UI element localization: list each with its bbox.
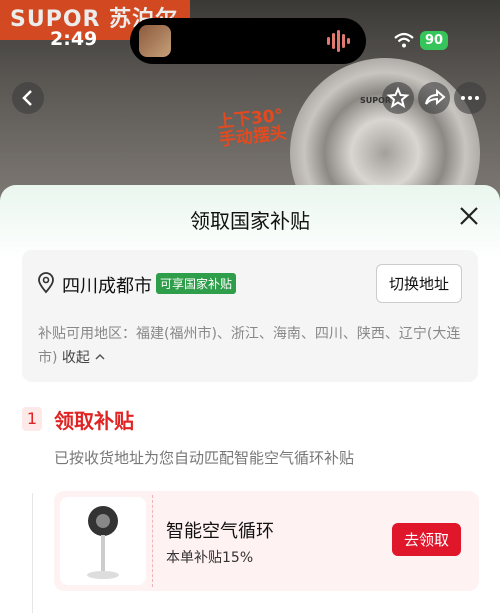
collapse-toggle[interactable]: 收起 — [62, 350, 106, 366]
coupon-subsidy: 本单补贴15% — [166, 550, 254, 566]
step-number: 1 — [22, 407, 42, 431]
audio-wave-icon — [327, 30, 350, 52]
coupon-name: 智能空气循环 — [166, 521, 274, 542]
collapse-label: 收起 — [61, 350, 90, 366]
star-icon — [386, 86, 410, 109]
address-card: 四川成都市 可享国家补贴 切换地址 补贴可用地区：福建(福州市)、浙江、海南、四… — [22, 250, 478, 382]
promo-text: 上下30° 手动摆头 — [216, 106, 288, 151]
coupon-divider — [152, 495, 153, 587]
switch-address-button[interactable]: 切换地址 — [375, 264, 462, 303]
battery-level: 90 — [425, 33, 444, 48]
location-pin-icon — [38, 272, 54, 294]
battery-indicator: 90 — [420, 31, 449, 50]
music-cover — [139, 25, 171, 57]
step-connector — [32, 493, 33, 613]
step-description: 已按收货地址为您自动匹配智能空气循环补贴 — [54, 449, 355, 467]
status-bar: 2:49 90 — [0, 0, 500, 64]
claim-button[interactable]: 去领取 — [391, 523, 461, 556]
subsidy-coupon: 智能空气循环 本单补贴15% 去领取 — [54, 491, 479, 591]
product-thumbnail — [60, 497, 146, 585]
city-label: 四川成都市 — [62, 276, 152, 297]
dynamic-island[interactable] — [130, 18, 366, 64]
fan-product-image — [87, 506, 119, 579]
more-button[interactable] — [454, 82, 486, 114]
favorite-button[interactable] — [382, 82, 414, 114]
status-time: 2:49 — [50, 28, 98, 50]
step-title: 领取补贴 — [54, 409, 134, 433]
back-button[interactable] — [12, 82, 44, 114]
fan-image — [290, 58, 480, 200]
more-icon — [461, 96, 479, 100]
subsidy-eligible-badge: 可享国家补贴 — [156, 273, 237, 294]
subsidy-sheet: 领取国家补贴 四川成都市 可享国家补贴 切换地址 补贴可用地区：福建(福州市)、… — [0, 185, 500, 613]
share-icon — [425, 88, 446, 106]
chevron-left-icon — [22, 90, 32, 106]
share-button[interactable] — [418, 82, 450, 114]
sheet-title: 领取国家补贴 — [190, 209, 310, 233]
subsidy-areas: 补贴可用地区：福建(福州市)、浙江、海南、四川、陕西、辽宁(大连市) 收起 — [38, 322, 462, 370]
close-icon[interactable] — [458, 205, 480, 227]
chevron-up-icon — [95, 353, 105, 360]
wifi-icon — [394, 32, 414, 48]
